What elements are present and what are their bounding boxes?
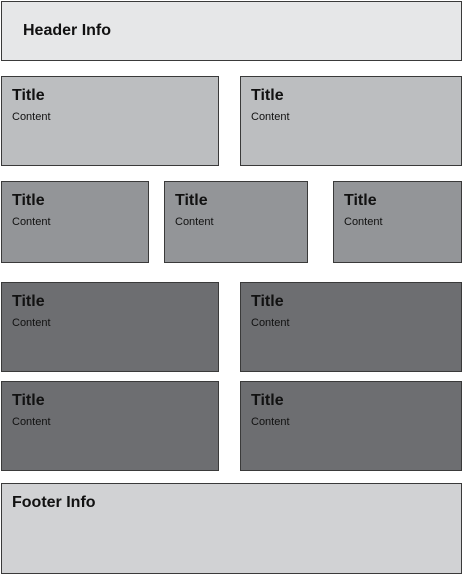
card-content: Content: [251, 111, 290, 123]
card-title: Title: [251, 293, 284, 310]
header-label: Header Info: [23, 22, 112, 39]
card-row3-left: Title Content: [1, 282, 219, 372]
card-title: Title: [175, 192, 208, 209]
card-title: Title: [12, 87, 45, 104]
card-title: Title: [251, 392, 284, 409]
card-title: Title: [12, 192, 45, 209]
card-title: Title: [251, 87, 284, 104]
card-row4-left: Title Content: [1, 381, 219, 471]
card-row2-left: Title Content: [1, 181, 149, 263]
card-content: Content: [175, 216, 214, 228]
card-content: Content: [251, 416, 290, 428]
card-title: Title: [12, 293, 45, 310]
card-content: Content: [344, 216, 383, 228]
card-content: Content: [12, 111, 51, 123]
card-row2-middle: Title Content: [164, 181, 308, 263]
card-row1-right: Title Content: [240, 76, 462, 166]
card-content: Content: [12, 216, 51, 228]
card-row1-left: Title Content: [1, 76, 219, 166]
header-box: Header Info: [1, 1, 462, 61]
card-content: Content: [12, 416, 51, 428]
card-row2-right: Title Content: [333, 181, 462, 263]
card-title: Title: [344, 192, 377, 209]
card-title: Title: [12, 392, 45, 409]
card-row3-right: Title Content: [240, 282, 462, 372]
footer-box: Footer Info: [1, 483, 462, 574]
card-content: Content: [12, 317, 51, 329]
card-row4-right: Title Content: [240, 381, 462, 471]
card-content: Content: [251, 317, 290, 329]
footer-label: Footer Info: [12, 494, 96, 511]
